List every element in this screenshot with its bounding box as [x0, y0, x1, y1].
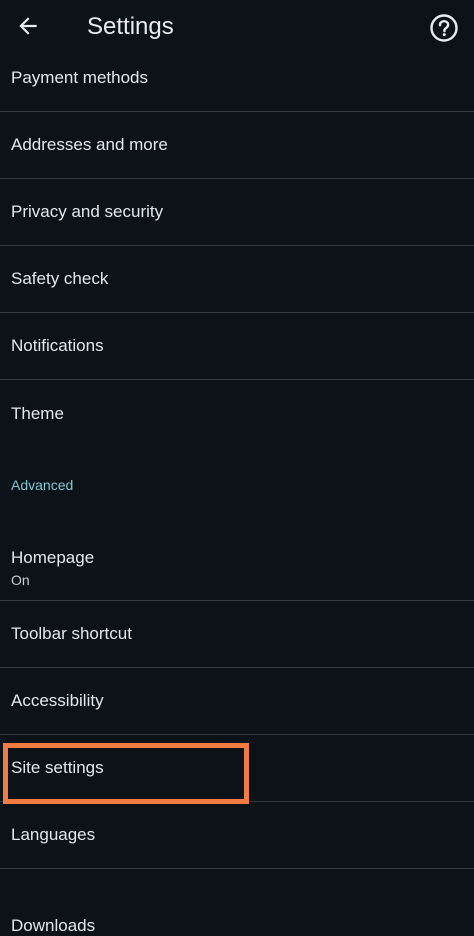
settings-item-toolbar-shortcut[interactable]: Toolbar shortcut: [0, 601, 474, 668]
settings-item-privacy-security[interactable]: Privacy and security: [0, 179, 474, 246]
settings-item-languages[interactable]: Languages: [0, 802, 474, 869]
section-header-label: Advanced: [11, 477, 74, 493]
settings-item-label: Site settings: [11, 758, 104, 777]
settings-item-site-settings[interactable]: Site settings: [0, 735, 474, 802]
settings-item-label: Downloads: [11, 916, 96, 935]
settings-item-summary: On: [11, 572, 30, 588]
settings-item-addresses[interactable]: Addresses and more: [0, 112, 474, 179]
settings-item-label: Theme: [11, 403, 64, 423]
back-button[interactable]: [10, 10, 46, 46]
settings-item-label: Safety check: [11, 269, 109, 288]
settings-item-accessibility[interactable]: Accessibility: [0, 668, 474, 735]
help-button[interactable]: [426, 12, 462, 48]
settings-item-label: Notifications: [11, 336, 104, 355]
settings-item-label: Toolbar shortcut: [11, 624, 132, 643]
settings-item-label: Languages: [11, 825, 96, 844]
settings-item-downloads[interactable]: Downloads: [0, 869, 474, 935]
settings-item-label: Addresses and more: [11, 135, 168, 154]
settings-item-payment-methods[interactable]: Payment methods: [0, 44, 474, 112]
settings-list: Payment methods Addresses and more Priva…: [0, 44, 474, 935]
settings-item-label: Accessibility: [11, 691, 104, 710]
settings-item-theme[interactable]: Theme: [0, 380, 474, 447]
settings-item-label: Payment methods: [11, 68, 149, 87]
settings-item-homepage[interactable]: Homepage On: [0, 511, 474, 601]
help-circle-icon: [429, 13, 459, 48]
settings-item-label: Homepage: [11, 548, 95, 567]
arrow-left-icon: [15, 13, 41, 44]
settings-item-safety-check[interactable]: Safety check: [0, 246, 474, 313]
settings-item-notifications[interactable]: Notifications: [0, 313, 474, 380]
settings-item-label: Privacy and security: [11, 202, 164, 221]
section-header-advanced: Advanced: [0, 447, 474, 511]
page-title: Settings: [87, 13, 174, 40]
